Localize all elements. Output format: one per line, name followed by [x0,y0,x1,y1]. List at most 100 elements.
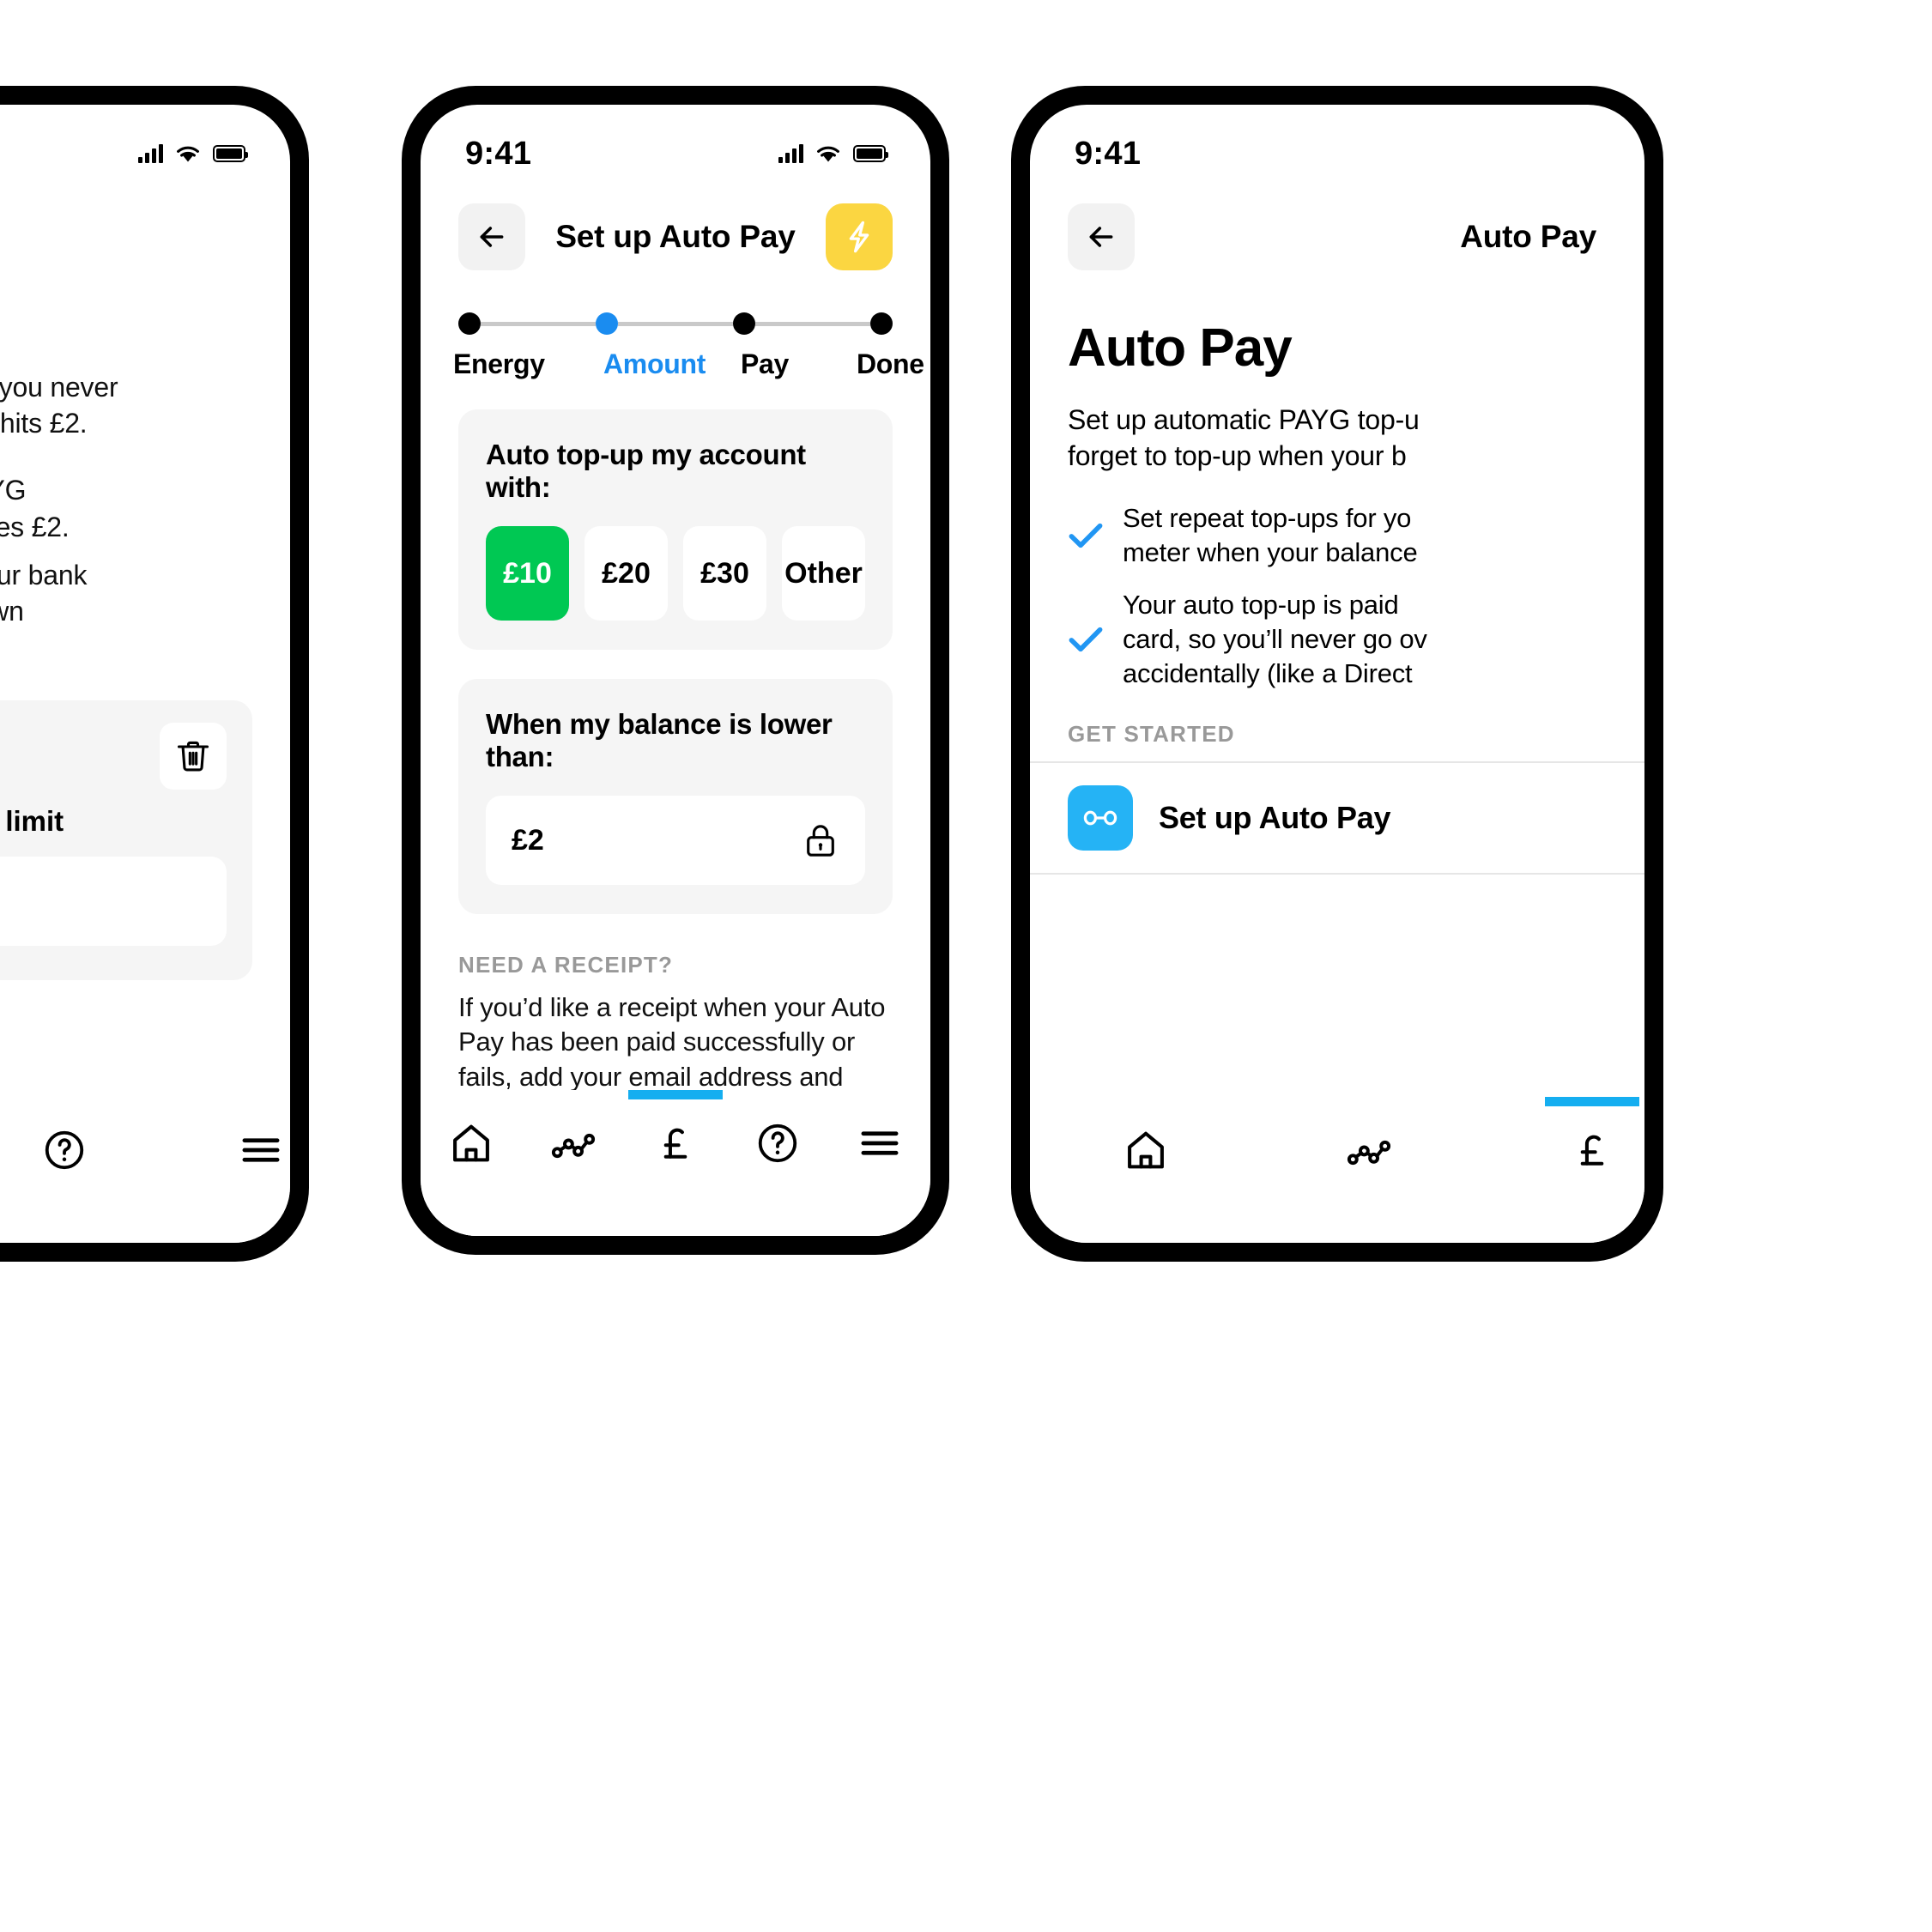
back-button[interactable] [1068,203,1135,270]
left-bullet-line-2: o-up is paid with your bank [0,559,88,591]
benefit-item: Set repeat top-ups for yo meter when you… [1068,501,1644,571]
lightning-bolt-icon [849,221,869,253]
phone-left: Auto Pay c PAYG top-ups so you never whe… [0,86,309,1262]
credit-limit-label: Credit limit [0,804,64,837]
phone-right: 9:41 Auto Pay Auto Pay Set up automatic … [1011,86,1663,1262]
status-bar: 9:41 [421,105,930,179]
page-heading: Auto Pay [1068,318,1293,378]
menu-icon [861,1131,899,1155]
step-label-amount: Amount [603,348,706,379]
balance-threshold-card: When my balance is lower than: £2 [458,679,893,914]
tab-help[interactable] [35,1126,94,1174]
benefit-line-2: accidentally (like a Direct [1123,658,1413,689]
bottom-tab-bar [1030,1097,1644,1243]
benefit-line-1: meter when your balance [1123,537,1418,568]
home-icon [453,1124,490,1162]
wifi-icon [175,144,201,163]
topup-amount-options: £10 £20 £30 Other [486,526,865,621]
pound-icon [663,1128,687,1159]
credit-limit-value[interactable]: £2.00 [0,856,227,946]
amount-option-other[interactable]: Other [782,526,865,621]
phone-center: 9:41 Set up Auto Pay Energy Amount Pay D… [402,86,949,1255]
step-label-pay: Pay [741,348,790,379]
stepper-track [458,312,893,335]
bottom-tab-bar [421,1090,930,1236]
tab-payments[interactable] [627,1090,723,1167]
balance-threshold-title: When my balance is lower than: [486,708,833,772]
left-body-line-0: c PAYG top-ups so you never [0,372,118,403]
left-bullet-line-0: op-ups for your PAYG [0,475,27,506]
pound-icon [1580,1135,1604,1166]
benefit-line-1: card, so you’ll never go ov [1123,624,1427,655]
step-dot-energy[interactable] [458,312,481,335]
status-bar: 9:41 [1030,105,1644,179]
balance-threshold-field[interactable]: £2 [486,796,865,885]
credit-limit-card: Credit limit £2.00 [0,700,252,980]
left-body-line-1: when your balance hits £2. [0,408,88,439]
benefit-text: Set repeat top-ups for yo meter when you… [1123,501,1418,571]
step-line-1 [481,321,596,326]
step-dot-done[interactable] [870,312,893,335]
left-bullet-line-1: your balance reaches £2. [0,511,70,542]
list-item-label: Set up Auto Pay [1159,799,1391,835]
tab-active-indicator [627,1090,723,1099]
tab-usage[interactable] [526,1119,621,1167]
trash-icon[interactable] [160,722,227,790]
balance-threshold-value: £2 [512,823,544,857]
screenshot-canvas: Auto Pay c PAYG top-ups so you never whe… [0,0,1932,1932]
back-button[interactable] [458,203,525,270]
benefit-line-0: Set repeat top-ups for yo [1123,503,1412,534]
help-icon [45,1130,84,1170]
tab-usage[interactable] [1322,1126,1416,1174]
quick-action-button[interactable] [826,203,893,270]
bottom-tab-bar [0,1097,290,1243]
page-title: Auto Pay [0,216,290,283]
nav-header: Set up Auto Pay [421,179,930,273]
phone-left-screen: Auto Pay c PAYG top-ups so you never whe… [0,105,290,1243]
progress-stepper: Energy Amount Pay Done [421,273,930,380]
tab-menu[interactable] [833,1119,927,1167]
step-label-energy: Energy [453,348,545,379]
battery-icon [213,145,248,162]
topup-amount-card: Auto top-up my account with: £10 £20 £30… [458,409,893,650]
get-started-eyebrow: GET STARTED [1068,720,1235,747]
tab-payments[interactable] [1545,1097,1639,1174]
amount-option-10[interactable]: £10 [486,526,569,621]
tab-home[interactable] [424,1119,518,1167]
help-icon [758,1123,796,1163]
status-indicators [138,144,248,163]
tab-home[interactable] [1099,1126,1193,1174]
step-dot-amount[interactable] [596,312,618,335]
step-label-done: Done [857,348,924,379]
signal-icon [138,144,163,163]
step-dot-pay[interactable] [733,312,755,335]
signal-icon [778,144,803,163]
wifi-icon [815,144,841,163]
infinity-icon [1068,784,1133,851]
tab-menu[interactable] [231,1126,290,1174]
status-bar [0,105,290,179]
benefit-line-0: Your auto top-up is paid [1123,589,1399,620]
tab-help[interactable] [730,1119,825,1167]
amount-option-30[interactable]: £30 [683,526,766,621]
left-bullet-line-3: ll never go overdrawn [0,596,24,627]
arrow-left-icon [1089,227,1113,247]
usage-icon [1347,1140,1391,1166]
topup-amount-title: Auto top-up my account with: [486,439,806,503]
list-item-setup-auto-pay[interactable]: Set up Auto Pay [1030,760,1644,875]
check-icon [1068,625,1104,654]
status-indicators [778,144,888,163]
intro-line-0: Set up automatic PAYG top-u [1068,404,1420,435]
credit-limit-row: £2.00 [0,856,227,946]
arrow-left-icon [480,227,504,247]
nav-header: Auto Pay [1030,179,1644,273]
status-time: 9:41 [1075,135,1142,172]
tab-active-indicator [1545,1097,1639,1106]
benefits-list: Set repeat top-ups for yo meter when you… [1030,474,1644,691]
benefit-text: Your auto top-up is paid card, so you’ll… [1123,588,1427,692]
amount-option-20[interactable]: £20 [584,526,668,621]
menu-icon [242,1138,280,1162]
left-bullet-line-4: (like a Direct Debit). [0,629,290,665]
lock-icon [802,821,839,860]
step-line-3 [755,321,870,326]
